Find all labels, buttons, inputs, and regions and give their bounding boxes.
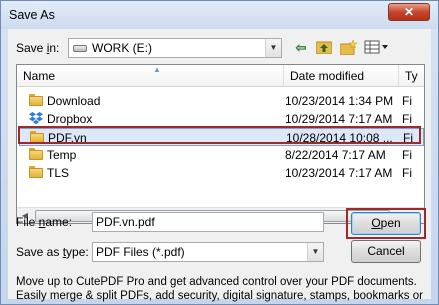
column-header-date[interactable]: Date modified <box>284 65 398 87</box>
file-date: 10/29/2014 7:17 AM <box>285 112 393 126</box>
dropbox-icon <box>29 112 43 125</box>
highlight-box <box>346 208 426 239</box>
column-header-name[interactable]: Name <box>17 65 283 87</box>
file-date: 10/23/2014 7:17 AM <box>285 166 393 180</box>
drive-icon <box>73 45 87 52</box>
column-header-type[interactable]: Ty <box>399 65 424 87</box>
save-in-dropdown[interactable]: WORK (E:) ▼ <box>68 38 282 58</box>
file-type: Fi <box>402 112 412 126</box>
list-item[interactable]: TLS 10/23/2014 7:17 AM Fi <box>19 164 424 182</box>
chevron-down-icon[interactable]: ▼ <box>265 39 281 57</box>
views-menu-icon[interactable] <box>363 40 391 56</box>
file-name: Temp <box>47 148 77 162</box>
file-type: Fi <box>402 166 412 180</box>
folder-icon <box>29 166 43 178</box>
save-as-type-dropdown[interactable]: PDF Files (*.pdf) ▼ <box>92 242 324 262</box>
chevron-down-icon[interactable]: ▼ <box>307 243 323 261</box>
window-title: Save As <box>9 8 55 22</box>
file-list[interactable]: Name ▲ Date modified Ty Download 10/23/2… <box>16 64 425 224</box>
list-header: Name ▲ Date modified Ty <box>17 65 424 87</box>
file-name-label: File name: <box>16 215 73 229</box>
folder-icon <box>29 148 43 160</box>
back-arrow-icon[interactable]: ⇦ <box>293 40 309 56</box>
file-name: Download <box>47 94 101 108</box>
file-date: 10/23/2014 1:34 PM <box>285 94 394 108</box>
promo-line: Move up to CutePDF Pro and get advanced … <box>16 276 417 288</box>
file-name-field[interactable]: PDF.vn.pdf <box>92 212 324 232</box>
close-button[interactable]: ✕ <box>388 3 430 21</box>
cancel-button[interactable]: Cancel <box>351 240 421 263</box>
new-folder-icon[interactable] <box>339 39 358 56</box>
file-name: Dropbox <box>47 112 93 126</box>
list-item[interactable]: Download 10/23/2014 1:34 PM Fi <box>19 92 424 110</box>
file-type: Fi <box>402 94 412 108</box>
folder-icon <box>29 94 43 106</box>
save-as-dialog: Save As ✕ Save in: WORK (E:) ▼ ⇦ Name ▲ … <box>0 0 439 305</box>
save-as-type-value: PDF Files (*.pdf) <box>96 245 185 259</box>
promo-text: Move up to CutePDF Pro and get advanced … <box>16 275 425 303</box>
save-as-type-label: Save as type: <box>16 245 89 259</box>
dialog-body: Save in: WORK (E:) ▼ ⇦ Name ▲ Date modif… <box>8 29 431 302</box>
file-name: TLS <box>47 166 70 180</box>
save-in-value: WORK (E:) <box>92 41 152 55</box>
file-type: Fi <box>402 148 412 162</box>
promo-line: Easily merge & split PDFs, add security,… <box>16 290 423 302</box>
list-item[interactable]: Temp 8/22/2014 7:17 AM Fi <box>19 146 424 164</box>
up-folder-icon[interactable] <box>315 40 333 56</box>
highlight-box <box>18 126 421 144</box>
save-in-label: Save in: <box>16 41 60 55</box>
title-bar: Save As ✕ <box>1 1 438 29</box>
sort-up-icon: ▲ <box>153 65 161 74</box>
file-date: 8/22/2014 7:17 AM <box>285 148 386 162</box>
